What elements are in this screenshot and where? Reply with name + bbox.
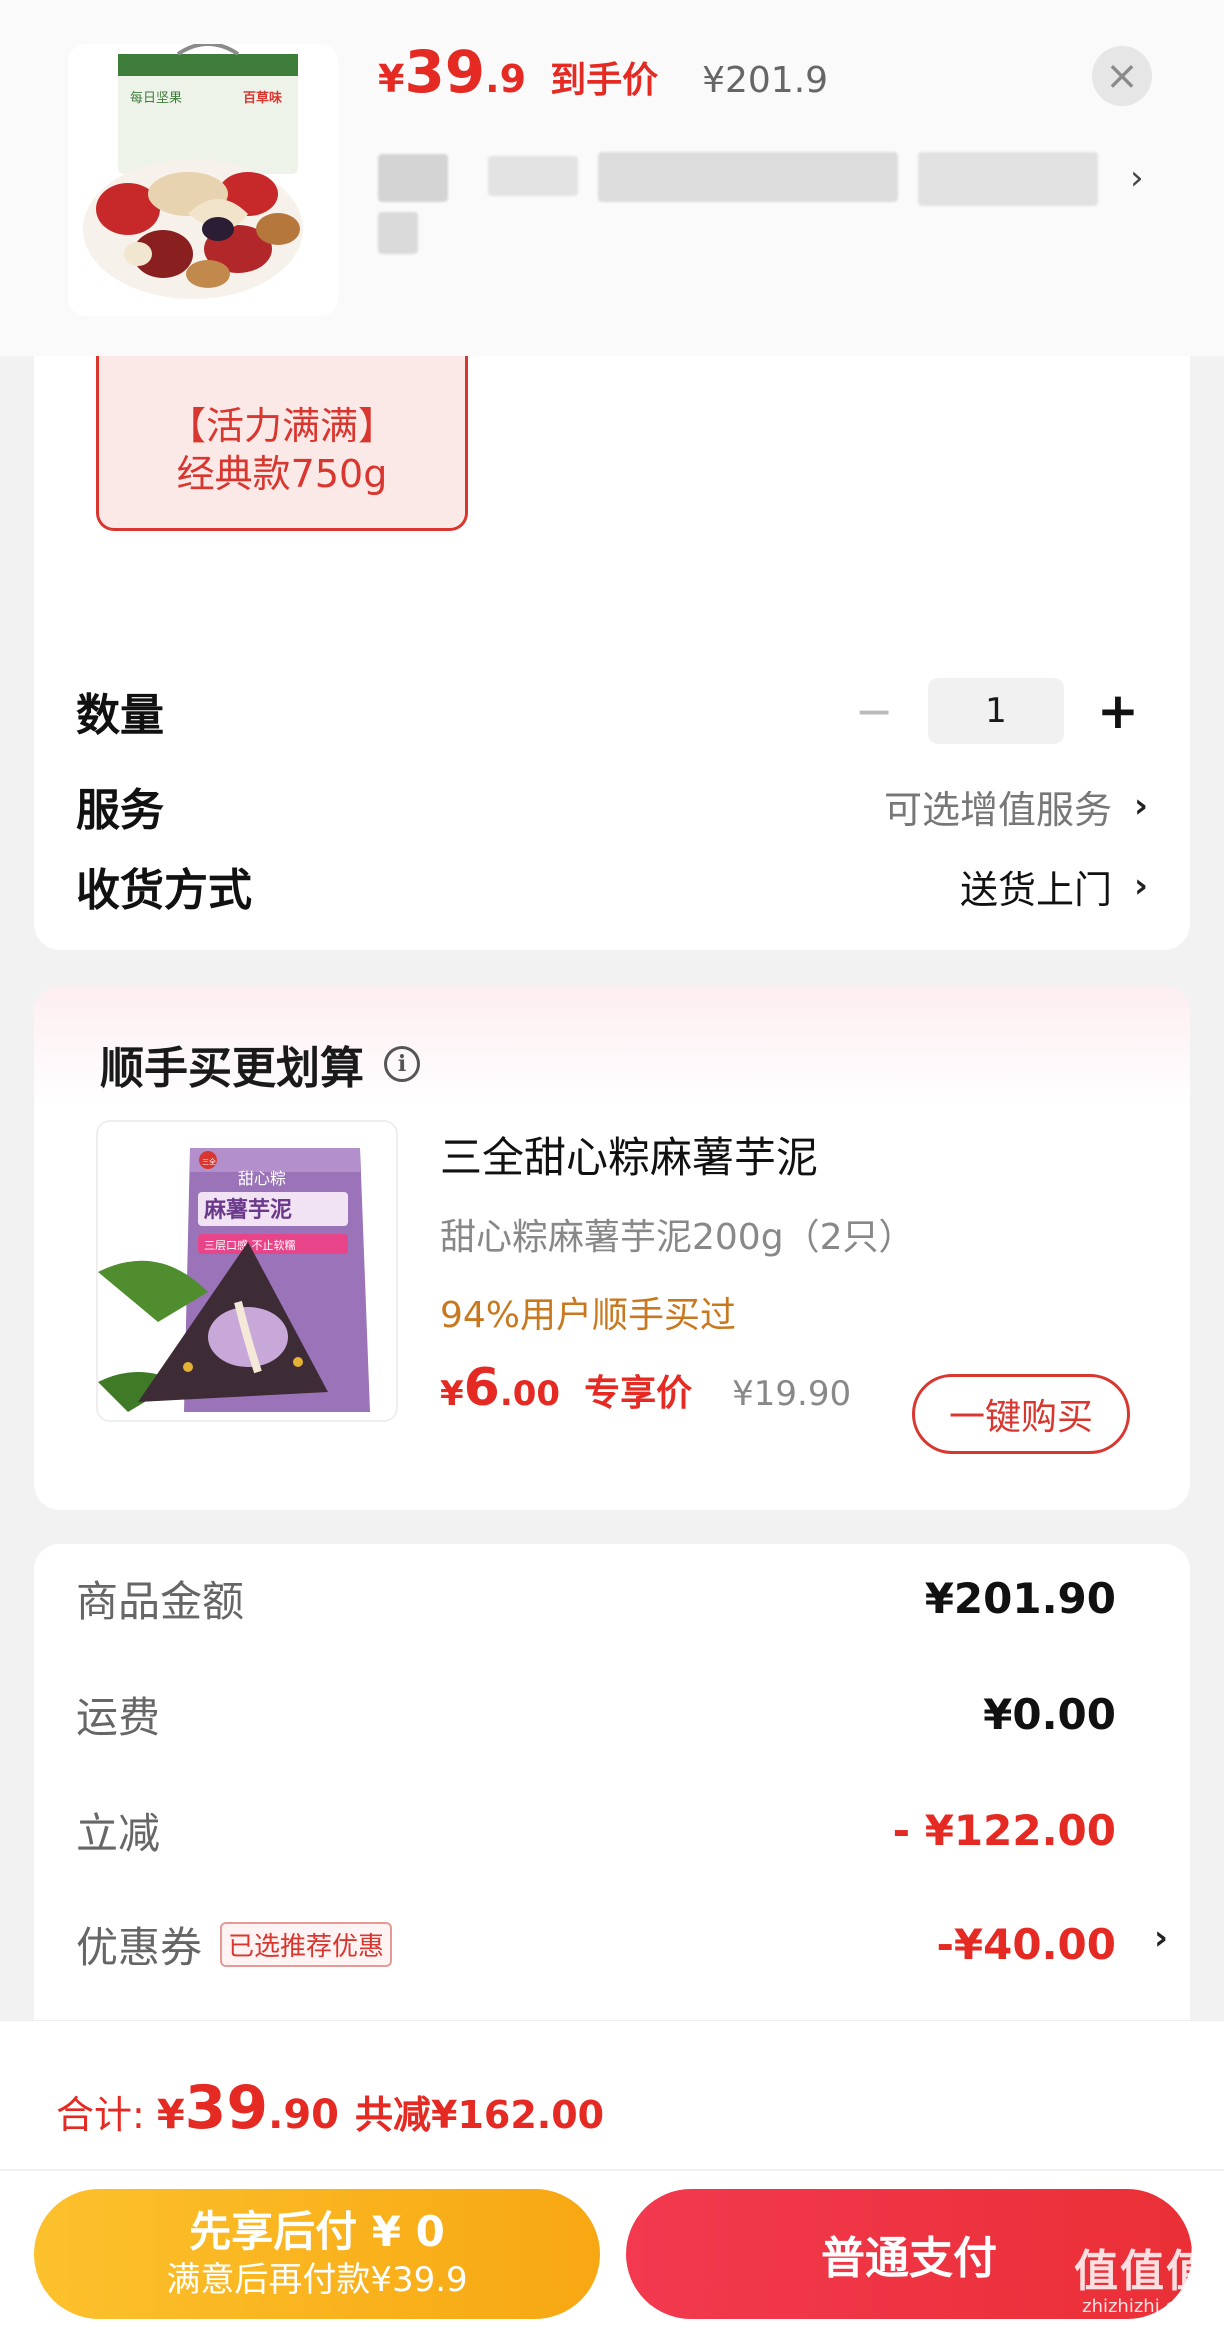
total-integer: 39 — [184, 2073, 269, 2143]
total-decimal: .90 — [268, 2092, 340, 2138]
minus-icon[interactable]: − — [844, 684, 904, 738]
variant-line-2: 经典款750g — [176, 452, 388, 496]
price-symbol: ¥ — [440, 1374, 464, 1414]
pay-later-title: 先享后付 ¥ 0 — [189, 2207, 445, 2256]
header-price: ¥ 39 .9 到手价 ¥201.9 — [378, 38, 828, 118]
thumb-box-label: 每日坚果 — [130, 90, 182, 106]
shipping-label: 运费 — [76, 1693, 161, 1742]
pack-title-1: 甜心粽 — [238, 1169, 286, 1188]
site-watermark: 值值值 zhizhizhi.com — [1068, 2248, 1218, 2318]
product-header: 每日坚果 百草味 ¥ 39 .9 到手价 ¥201.9 × › — [0, 0, 1224, 356]
price-decimal: .9 — [485, 57, 527, 101]
original-price: ¥201.9 — [702, 60, 829, 101]
pay-later-button[interactable]: 先享后付 ¥ 0 满意后再付款¥39.9 — [34, 2189, 600, 2319]
exclusive-price-tag: 专享价 — [584, 1373, 693, 1414]
quantity-row: 数量 − 1 + — [76, 678, 1148, 744]
chevron-right-icon: › — [1133, 866, 1148, 906]
upsell-product-spec: 甜心粽麻薯芋泥200g（2只） — [440, 1217, 915, 1258]
total-symbol: ¥ — [156, 2092, 185, 2138]
price-decimal: .00 — [499, 1374, 561, 1414]
shipping-value: ¥0.00 — [983, 1690, 1116, 1739]
price-summary-card: 商品金额 ¥201.90 运费 ¥0.00 立减 - ¥122.00 优惠券 已… — [34, 1544, 1190, 2044]
blur-block — [598, 152, 898, 202]
discount-value: - ¥122.00 — [892, 1806, 1116, 1855]
coupon-row[interactable]: 优惠券 已选推荐优惠 -¥40.00 — [76, 1914, 1116, 1975]
blur-block — [378, 212, 418, 254]
upsell-price: ¥ 6 .00 专享价 ¥19.90 — [440, 1358, 851, 1418]
shipping-row: 运费 ¥0.00 — [76, 1684, 1116, 1745]
chevron-right-icon: › — [1133, 786, 1148, 826]
upsell-buy-rate: 94%用户顺手买过 — [440, 1295, 737, 1336]
nuts-box-image: 每日坚果 百草味 — [83, 44, 303, 299]
coupon-value: -¥40.00 — [936, 1920, 1116, 1969]
goods-amount-row: 商品金额 ¥201.90 — [76, 1568, 1116, 1629]
upsell-card: 顺手买更划算 i 三全 甜心粽 麻薯芋泥 三层口感 不止软糯 三全甜心粽麻薯芋泥… — [34, 986, 1190, 1510]
upsell-product-name[interactable]: 三全甜心粽麻薯芋泥 — [440, 1124, 818, 1185]
service-row[interactable]: 服务 可选增值服务 › — [76, 774, 1148, 838]
watermark-logo: 值值值 — [1074, 2246, 1212, 2297]
delivery-label: 收货方式 — [76, 865, 252, 916]
service-label: 服务 — [76, 785, 164, 836]
service-value-text: 可选增值服务 — [883, 787, 1112, 832]
blurred-product-title — [378, 146, 1148, 258]
quantity-stepper: − 1 + — [844, 678, 1148, 744]
delivery-value-text: 送货上门 — [959, 867, 1112, 912]
quantity-input[interactable]: 1 — [928, 678, 1064, 744]
delivery-value: 送货上门 › — [960, 859, 1148, 914]
watermark-url: zhizhizhi.com — [1082, 2296, 1204, 2317]
pack-brand: 三全 — [202, 1157, 216, 1166]
goods-amount-label: 商品金额 — [76, 1577, 245, 1626]
variant-option-selected[interactable]: 【活力满满】 经典款750g — [96, 336, 468, 531]
info-icon[interactable]: i — [384, 1046, 420, 1082]
final-price-tag: 到手价 — [550, 60, 659, 101]
checkout-bar: 合计: ¥ 39 .90 共减¥162.00 先享后付 ¥ 0 满意后再付款¥3… — [0, 2020, 1224, 2336]
delivery-row[interactable]: 收货方式 送货上门 › — [76, 854, 1148, 918]
quantity-label: 数量 — [76, 690, 164, 741]
thumb-brand: 百草味 — [243, 90, 282, 106]
coupon-label: 优惠券 — [76, 1923, 203, 1972]
upsell-title-text: 顺手买更划算 — [100, 1043, 364, 1094]
coupon-label-group: 优惠券 已选推荐优惠 — [76, 1914, 393, 1975]
discount-label: 立减 — [76, 1809, 161, 1858]
total-saved: 共减¥162.00 — [355, 2093, 605, 2137]
upsell-title: 顺手买更划算 i — [100, 1032, 420, 1096]
price-symbol: ¥ — [378, 57, 405, 101]
chevron-right-icon[interactable]: › — [1154, 1918, 1168, 1958]
pay-later-subtitle: 满意后再付款¥39.9 — [166, 2260, 468, 2300]
close-button[interactable]: × — [1092, 46, 1152, 106]
blur-block — [378, 154, 448, 202]
blur-block — [488, 156, 578, 196]
coupon-recommended-badge: 已选推荐优惠 — [220, 1922, 393, 1967]
total-amount: 合计: ¥ 39 .90 共减¥162.00 — [56, 2073, 604, 2143]
total-label: 合计: — [56, 2093, 145, 2137]
goods-amount-value: ¥201.90 — [924, 1574, 1116, 1623]
product-thumbnail[interactable]: 每日坚果 百草味 — [68, 44, 338, 316]
upsell-product-image[interactable]: 三全 甜心粽 麻薯芋泥 三层口感 不止软糯 — [96, 1120, 398, 1422]
divider — [0, 2169, 1224, 2171]
pack-title-2: 麻薯芋泥 — [203, 1197, 292, 1223]
upsell-original-price: ¥19.90 — [732, 1374, 852, 1414]
blur-block — [918, 152, 1098, 206]
spec-card: 【活力满满】 经典款750g 数量 − 1 + 服务 可选增值服务 › 收货方式… — [34, 300, 1190, 950]
zongzi-pack-image: 三全 甜心粽 麻薯芋泥 三层口感 不止软糯 — [98, 1122, 396, 1420]
one-click-buy-button[interactable]: 一键购买 — [912, 1374, 1130, 1454]
price-integer: 39 — [404, 38, 486, 106]
close-icon: × — [1105, 53, 1139, 99]
plus-icon[interactable]: + — [1088, 682, 1148, 740]
service-value: 可选增值服务 › — [884, 779, 1148, 834]
chevron-right-icon[interactable]: › — [1130, 158, 1144, 198]
price-integer: 6 — [463, 1358, 500, 1418]
discount-row: 立减 - ¥122.00 — [76, 1800, 1116, 1861]
variant-line-1: 【活力满满】 — [167, 404, 396, 448]
